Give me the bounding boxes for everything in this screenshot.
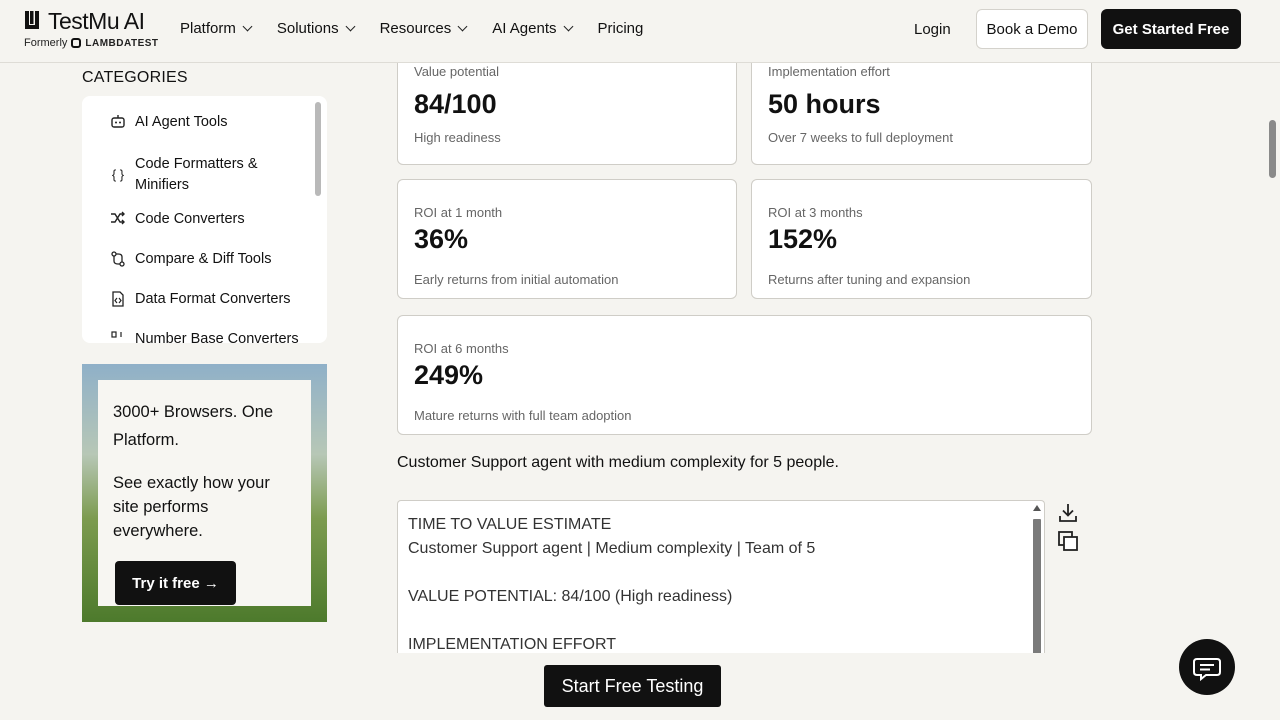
sidebar-item-label: AI Agent Tools — [135, 114, 228, 130]
output-scrollbar[interactable] — [1032, 505, 1042, 653]
logo-formerly: Formerly LAMBDATEST — [24, 37, 159, 49]
card-value: 152% — [768, 224, 838, 254]
sidebar-item-ai-agent-tools[interactable]: AI Agent Tools — [82, 102, 314, 142]
card-value: 50 hours — [768, 89, 881, 119]
braces-icon: { } — [111, 167, 125, 182]
try-it-free-button[interactable]: Try it free → — [115, 561, 236, 605]
scroll-up-arrow-icon[interactable] — [1033, 505, 1041, 511]
card-label: ROI at 1 month — [414, 205, 503, 220]
roi-3-months-card: ROI at 3 months 152% Returns after tunin… — [751, 179, 1092, 299]
chevron-down-icon — [345, 21, 356, 32]
sidebar-item-compare-diff[interactable]: Compare & Diff Tools — [82, 243, 314, 283]
formerly-brand: LAMBDATEST — [85, 38, 159, 49]
card-note: Mature returns with full team adoption — [414, 408, 632, 423]
nav-label: Pricing — [597, 20, 644, 37]
chat-icon — [1193, 658, 1221, 682]
card-note: Early returns from initial automation — [414, 272, 619, 287]
card-note: High readiness — [414, 130, 501, 145]
file-code-icon — [108, 291, 128, 310]
sidebar-item-code-formatters[interactable]: { } Code Formatters & Minifiers — [82, 142, 314, 203]
sidebar-item-label: Data Format Converters — [135, 291, 291, 307]
card-label: ROI at 3 months — [768, 205, 863, 220]
estimate-output-textarea[interactable]: TIME TO VALUE ESTIMATE Customer Support … — [397, 500, 1045, 653]
lambdatest-icon — [71, 38, 82, 48]
implementation-effort-card: Implementation effort 50 hours Over 7 we… — [751, 62, 1092, 165]
sidebar-item-label: Compare & Diff Tools — [135, 251, 272, 267]
promo-banner: 3000+ Browsers. One Platform. See exactl… — [82, 364, 327, 622]
logo[interactable]: TestMu AI Formerly LAMBDATEST — [24, 8, 164, 52]
shuffle-icon — [108, 211, 128, 228]
card-label: Implementation effort — [768, 64, 890, 79]
nav-resources[interactable]: Resources — [379, 20, 468, 37]
page-scrollbar-thumb[interactable] — [1269, 120, 1276, 178]
categories-scrollbar-thumb[interactable] — [315, 102, 321, 196]
categories-title: CATEGORIES — [82, 69, 188, 86]
nav-label: Resources — [379, 20, 452, 37]
nav-label: Solutions — [276, 20, 339, 37]
login-link[interactable]: Login — [914, 21, 951, 38]
value-potential-card: Value potential 84/100 High readiness — [397, 62, 737, 165]
binary-icon — [108, 331, 128, 343]
promo-card: 3000+ Browsers. One Platform. See exactl… — [98, 380, 311, 606]
nav-platform[interactable]: Platform — [180, 20, 253, 37]
page-scrollbar[interactable] — [1266, 62, 1280, 720]
nav-ai-agents[interactable]: AI Agents — [492, 20, 573, 37]
sidebar-item-label: Code Converters — [135, 211, 245, 227]
site-header: TestMu AI Formerly LAMBDATEST Platform So… — [0, 0, 1280, 63]
formerly-label: Formerly — [24, 37, 68, 49]
card-value: 36% — [414, 224, 469, 254]
card-label: Value potential — [414, 64, 500, 79]
estimate-output-text: TIME TO VALUE ESTIMATE Customer Support … — [408, 516, 816, 653]
main-nav: Platform Solutions Resources AI Agents P… — [180, 20, 669, 37]
output-scrollbar-thumb[interactable] — [1033, 519, 1041, 653]
logo-mark-icon — [24, 10, 44, 36]
chevron-down-icon — [563, 21, 573, 32]
chevron-down-icon — [457, 21, 468, 32]
sidebar-item-label: Number Base Converters — [135, 331, 299, 343]
card-note: Returns after tuning and expansion — [768, 272, 971, 287]
chevron-down-icon — [242, 21, 253, 32]
card-value: 249% — [414, 360, 484, 390]
categories-list: AI Agent Tools { } Code Formatters & Min… — [82, 96, 327, 343]
nav-label: AI Agents — [492, 20, 557, 37]
start-free-testing-button[interactable]: Start Free Testing — [544, 665, 721, 707]
card-value: 84/100 — [414, 89, 497, 119]
logo-text: TestMu AI — [48, 8, 145, 34]
nav-pricing[interactable]: Pricing — [598, 20, 644, 37]
sidebar-item-data-format[interactable]: Data Format Converters — [82, 283, 314, 323]
nav-label: Platform — [180, 20, 236, 37]
promo-subtitle: See exactly how your site performs every… — [113, 474, 270, 540]
card-note: Over 7 weeks to full deployment — [768, 130, 953, 145]
sidebar-item-number-base[interactable]: Number Base Converters — [82, 323, 314, 343]
sidebar-item-code-converters[interactable]: Code Converters — [82, 203, 314, 243]
copy-icon[interactable] — [1057, 530, 1079, 552]
card-label: ROI at 6 months — [414, 341, 509, 356]
nav-solutions[interactable]: Solutions — [276, 20, 356, 37]
robot-icon — [108, 114, 128, 131]
promo-title: 3000+ Browsers. One Platform. — [113, 403, 274, 449]
roi-6-months-card: ROI at 6 months 249% Mature returns with… — [397, 315, 1092, 435]
sidebar-item-label: Code Formatters & Minifiers — [135, 156, 258, 193]
chat-widget-button[interactable] — [1179, 639, 1235, 695]
download-icon[interactable] — [1057, 502, 1079, 524]
result-summary: Customer Support agent with medium compl… — [397, 454, 839, 471]
git-compare-icon — [108, 251, 128, 270]
book-demo-button[interactable]: Book a Demo — [976, 9, 1088, 49]
roi-1-month-card: ROI at 1 month 36% Early returns from in… — [397, 179, 737, 299]
get-started-button[interactable]: Get Started Free — [1101, 9, 1241, 49]
